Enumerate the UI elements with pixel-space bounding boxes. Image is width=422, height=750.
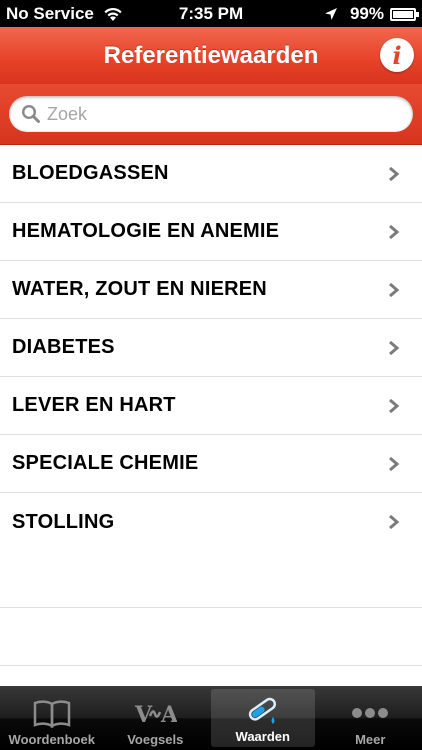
info-button[interactable]: i (380, 38, 414, 72)
navigation-bar: Referentiewaarden i (0, 27, 422, 84)
category-list: BLOEDGASSEN HEMATOLOGIE EN ANEMIE WATER,… (0, 145, 422, 666)
location-arrow-icon (324, 8, 337, 20)
chevron-right-icon (389, 340, 400, 356)
search-field[interactable] (9, 96, 413, 132)
tab-label: Voegsels (127, 732, 184, 747)
list-item-label: DIABETES (12, 336, 115, 358)
list-item-label: WATER, ZOUT EN NIEREN (12, 278, 267, 300)
list-item-diabetes[interactable]: DIABETES (0, 319, 422, 377)
tab-meer[interactable]: Meer (319, 686, 422, 750)
more-dots-icon (348, 696, 392, 730)
list-item-water-zout-nieren[interactable]: WATER, ZOUT EN NIEREN (0, 261, 422, 319)
list-item-label: STOLLING (12, 510, 115, 533)
list-item-hematologie[interactable]: HEMATOLOGIE EN ANEMIE (0, 203, 422, 261)
tab-voegsels[interactable]: V A Voegsels (104, 686, 208, 750)
tab-label: Meer (355, 732, 386, 747)
chevron-right-icon (389, 456, 400, 472)
list-item-label: LEVER EN HART (12, 394, 176, 416)
test-tube-icon (241, 693, 285, 727)
tab-woordenboek[interactable]: Woordenboek (0, 686, 104, 750)
chevron-right-icon (389, 282, 400, 298)
status-bar: No Service 7:35 PM 99% (0, 0, 422, 27)
tab-label: Waarden (235, 729, 290, 744)
list-item-bloedgassen[interactable]: BLOEDGASSEN (0, 145, 422, 203)
search-input[interactable] (47, 103, 387, 125)
status-right-group: 99% (324, 4, 419, 24)
list-item-label: SPECIALE CHEMIE (12, 452, 199, 474)
tab-label: Woordenboek (8, 732, 95, 747)
battery-icon (390, 7, 419, 21)
tab-bar: Woordenboek V A Voegsels Waarden Meer (0, 686, 422, 750)
list-item-lever-en-hart[interactable]: LEVER EN HART (0, 377, 422, 435)
list-item-label: HEMATOLOGIE EN ANEMIE (12, 220, 280, 242)
book-icon (30, 696, 74, 730)
list-item-stolling[interactable]: STOLLING (0, 493, 422, 551)
chevron-right-icon (389, 166, 400, 182)
voegsels-icon: V A (133, 696, 177, 730)
list-item-label: BLOEDGASSEN (12, 162, 169, 184)
chevron-right-icon (389, 224, 400, 240)
tab-waarden[interactable]: Waarden (211, 689, 315, 747)
chevron-right-icon (389, 514, 400, 530)
battery-percent: 99% (349, 4, 384, 23)
search-icon (21, 104, 40, 123)
list-item-speciale-chemie[interactable]: SPECIALE CHEMIE (0, 435, 422, 493)
search-bar (0, 84, 422, 145)
svg-text:A: A (160, 702, 177, 728)
empty-row (0, 608, 422, 666)
page-title: Referentiewaarden (103, 41, 319, 69)
chevron-right-icon (389, 398, 400, 414)
empty-row (0, 551, 422, 608)
